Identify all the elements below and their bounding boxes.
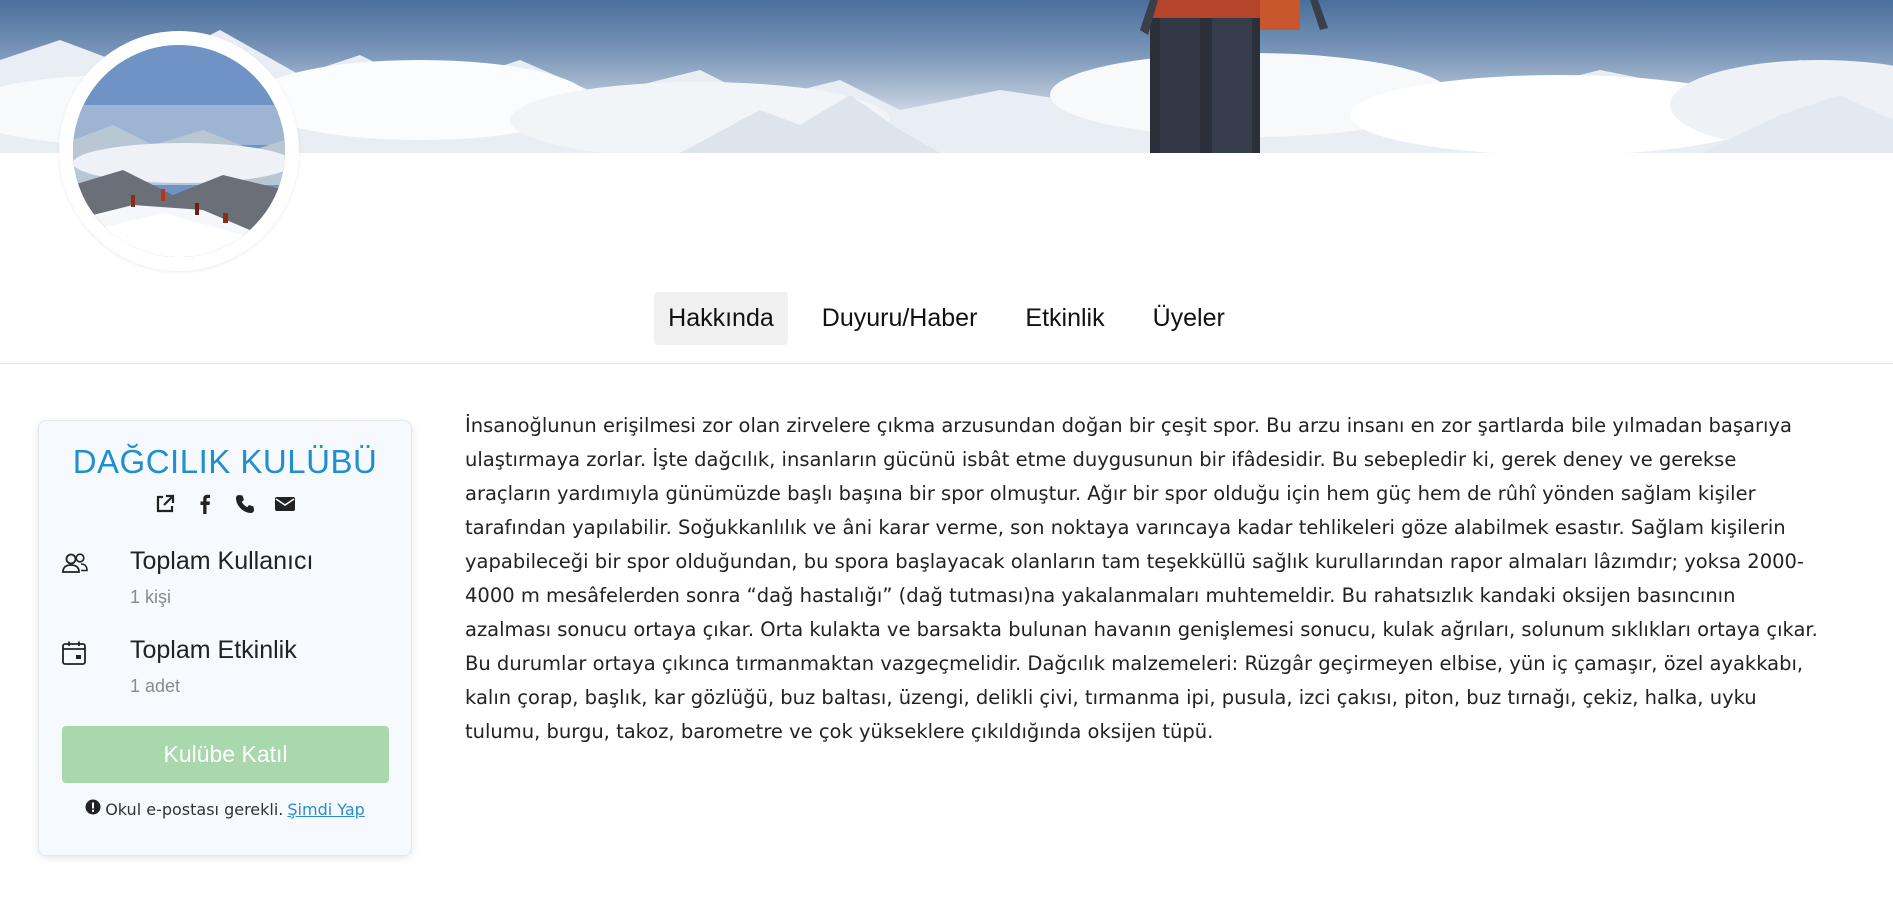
about-text: İnsanoğlunun erişilmesi zor olan zirvele…	[465, 414, 1818, 743]
stat-value: 1 kişi	[130, 587, 172, 607]
facebook-icon[interactable]	[194, 493, 216, 515]
club-info-card: DAĞCILIK KULÜBÜ Toplam Kullanıcı 1 kişi …	[38, 420, 412, 856]
join-club-button[interactable]: Kulübe Katıl	[62, 726, 389, 783]
club-avatar	[59, 31, 299, 271]
club-name: DAĞCILIK KULÜBÜ	[72, 443, 378, 480]
tab-members[interactable]: Üyeler	[1139, 292, 1239, 345]
stat-title: Toplam Kullanıcı	[130, 547, 314, 575]
exclamation-circle-icon	[85, 799, 101, 819]
tab-events[interactable]: Etkinlik	[1011, 292, 1118, 345]
envelope-icon[interactable]	[274, 493, 296, 515]
do-it-now-link[interactable]: Şimdi Yap	[287, 800, 364, 819]
contact-icons	[39, 493, 411, 515]
tab-bar: Hakkında Duyuru/Haber Etkinlik Üyeler	[0, 288, 1893, 348]
stat-value: 1 adet	[130, 676, 181, 696]
tab-divider	[0, 363, 1893, 364]
club-avatar-image	[73, 45, 285, 257]
users-icon	[61, 551, 89, 577]
notice-text: Okul e-postası gerekli.	[105, 799, 284, 819]
phone-icon[interactable]	[234, 493, 256, 515]
calendar-icon	[61, 640, 89, 666]
tab-about[interactable]: Hakkında	[654, 291, 788, 345]
email-required-notice: Okul e-postası gerekli. Şimdi Yap	[39, 799, 411, 819]
stat-title: Toplam Etkinlik	[130, 636, 297, 664]
external-link-icon[interactable]	[154, 493, 176, 515]
tab-news[interactable]: Duyuru/Haber	[808, 292, 992, 345]
